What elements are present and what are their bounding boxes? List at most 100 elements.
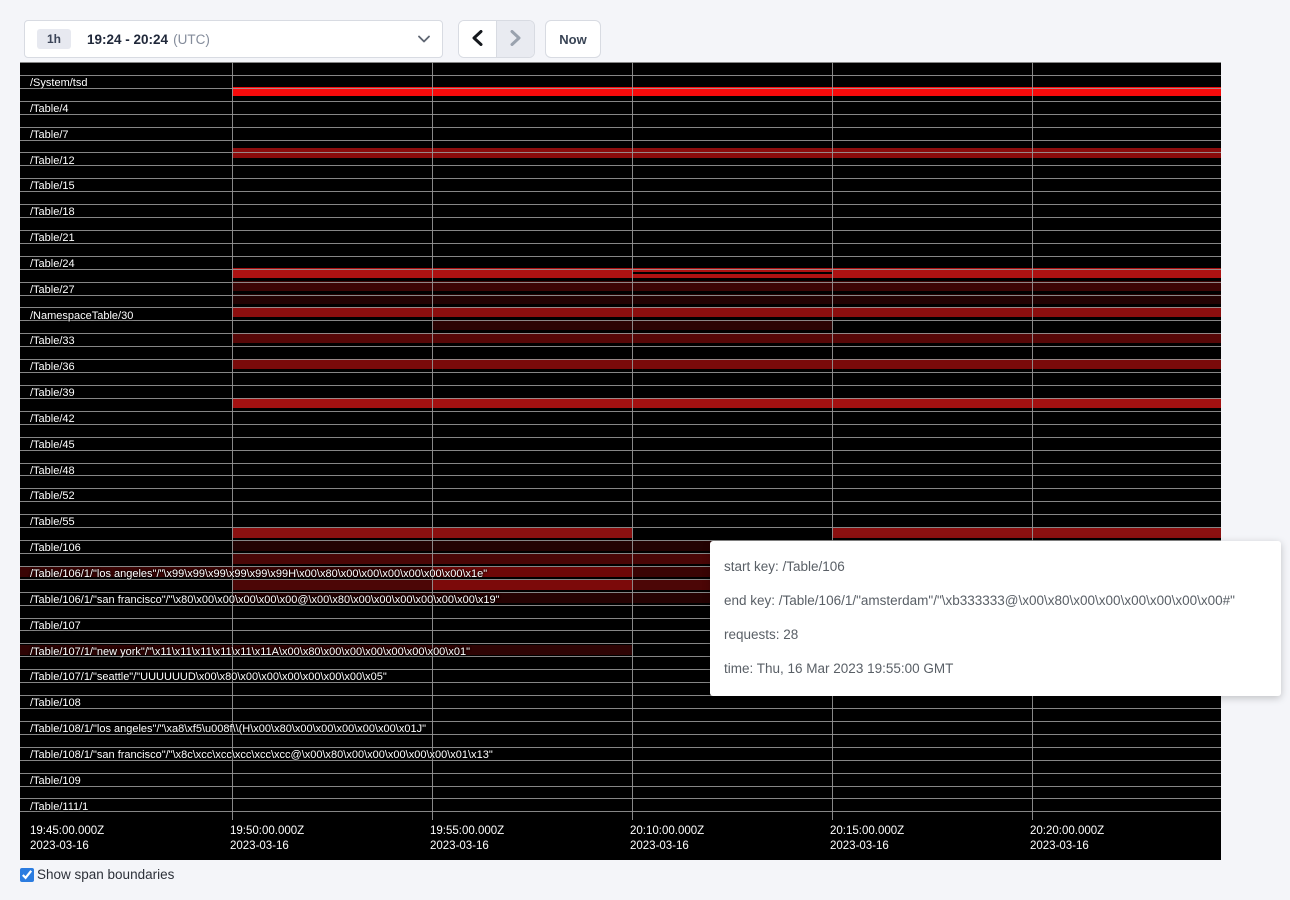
time-gridline <box>832 62 833 820</box>
span-boundary-line <box>20 786 1221 787</box>
time-gridline <box>432 62 433 820</box>
span-boundary-line <box>20 773 1221 774</box>
heat-band <box>232 359 1221 369</box>
key-visualizer-chart[interactable]: /System/tsd/Table/4/Table/7/Table/12/Tab… <box>20 62 1221 860</box>
span-boundary-line <box>20 178 1221 179</box>
x-axis-label: 20:20:00.000Z 2023-03-16 <box>1030 824 1104 854</box>
row-label: /Table/106 <box>30 542 81 554</box>
span-boundary-line <box>20 140 1221 141</box>
span-boundary-line <box>20 217 1221 218</box>
span-boundary-line <box>20 230 1221 231</box>
x-axis-date: 2023-03-16 <box>630 839 704 854</box>
row-label: /Table/107/1/"seattle"/"UUUUUUD\x00\x80\… <box>30 671 387 683</box>
timezone-label: (UTC) <box>173 32 210 47</box>
row-label: /Table/42 <box>30 413 75 425</box>
row-label: /Table/108/1/"san francisco"/"\x8c\xcc\x… <box>30 749 493 761</box>
x-axis-time: 19:45:00.000Z <box>30 825 104 837</box>
x-axis-date: 2023-03-16 <box>830 839 904 854</box>
span-boundary-line <box>20 62 1221 63</box>
time-gridline <box>232 62 233 820</box>
span-boundary-line <box>20 269 1221 270</box>
span-boundary-line <box>20 359 1221 360</box>
span-boundary-line <box>20 75 1221 76</box>
row-label: /Table/106/1/"san francisco"/"\x80\x00\x… <box>30 594 500 606</box>
span-tooltip: start key: /Table/106end key: /Table/106… <box>710 541 1281 696</box>
heat-band <box>232 148 1221 158</box>
row-label: /Table/111/1 <box>30 801 88 813</box>
span-boundary-line <box>20 411 1221 412</box>
row-label: /Table/48 <box>30 465 75 477</box>
span-boundary-line <box>20 204 1221 205</box>
span-boundary-line <box>20 165 1221 166</box>
heat-band <box>232 307 1221 317</box>
tooltip-line: requests: 28 <box>724 618 1267 652</box>
span-boundary-line <box>20 333 1221 334</box>
span-boundary-line <box>20 307 1221 308</box>
row-label: /Table/52 <box>30 490 75 502</box>
row-label: /Table/109 <box>30 775 81 787</box>
next-time-button[interactable] <box>496 21 534 57</box>
row-label: /Table/18 <box>30 206 75 218</box>
row-label: /Table/107 <box>30 620 81 632</box>
row-label: /NamespaceTable/30 <box>30 310 133 322</box>
row-label: /Table/12 <box>30 155 75 167</box>
heat-band <box>432 580 632 590</box>
time-nav-group <box>458 20 535 58</box>
row-label: /Table/36 <box>30 361 75 373</box>
span-boundary-line <box>20 398 1221 399</box>
span-boundary-line <box>20 463 1221 464</box>
show-span-boundaries-checkbox[interactable] <box>20 868 34 882</box>
x-axis-date: 2023-03-16 <box>230 839 304 854</box>
prev-time-button[interactable] <box>459 21 496 57</box>
now-button[interactable]: Now <box>545 20 601 58</box>
x-axis-label: 19:55:00.000Z 2023-03-16 <box>430 824 504 854</box>
span-boundary-line <box>20 256 1221 257</box>
span-boundary-line <box>20 346 1221 347</box>
duration-badge: 1h <box>37 29 71 49</box>
span-boundary-line <box>20 114 1221 115</box>
tooltip-line: end key: /Table/106/1/"amsterdam"/"\xb33… <box>724 584 1267 618</box>
tooltip-line: start key: /Table/106 <box>724 550 1267 584</box>
span-boundary-line <box>20 475 1221 476</box>
x-axis-date: 2023-03-16 <box>1030 839 1104 854</box>
x-axis-time: 20:15:00.000Z <box>830 825 904 837</box>
x-axis-date: 2023-03-16 <box>430 839 504 854</box>
row-label: /Table/45 <box>30 439 75 451</box>
span-boundary-line <box>20 424 1221 425</box>
span-boundary-line <box>20 372 1221 373</box>
time-range-select[interactable]: 1h 19:24 - 20:24 (UTC) <box>24 20 443 58</box>
span-boundary-line <box>20 708 1221 709</box>
row-label: /Table/24 <box>30 258 75 270</box>
time-gridline <box>632 62 633 820</box>
x-axis-time: 19:55:00.000Z <box>430 825 504 837</box>
row-label: /Table/39 <box>30 387 75 399</box>
row-label: /Table/55 <box>30 516 75 528</box>
span-boundary-line <box>20 127 1221 128</box>
show-span-boundaries-control[interactable]: Show span boundaries <box>20 867 174 882</box>
span-boundary-line <box>20 811 1221 812</box>
span-boundary-line <box>20 88 1221 89</box>
span-boundary-line <box>20 385 1221 386</box>
row-label: /Table/21 <box>30 232 75 244</box>
row-label: /Table/15 <box>30 180 75 192</box>
row-label: /Table/106/1/"los angeles"/"\x99\x99\x99… <box>30 568 487 580</box>
span-boundary-line <box>20 450 1221 451</box>
span-boundary-line <box>20 437 1221 438</box>
chevron-down-icon <box>418 35 430 43</box>
span-boundary-line <box>20 488 1221 489</box>
x-axis-time: 20:20:00.000Z <box>1030 825 1104 837</box>
row-label: /Table/4 <box>30 103 69 115</box>
toolbar: 1h 19:24 - 20:24 (UTC) Now <box>0 0 1290 62</box>
x-axis-label: 19:50:00.000Z2023-03-16 <box>230 824 304 854</box>
chevron-right-icon <box>510 30 521 49</box>
x-axis-date: 2023-03-16 <box>30 839 104 854</box>
chevron-left-icon <box>472 30 483 49</box>
span-boundary-line <box>20 798 1221 799</box>
row-label: /Table/108 <box>30 697 81 709</box>
span-boundary-line <box>20 243 1221 244</box>
row-label: /System/tsd <box>30 77 87 89</box>
tooltip-line: time: Thu, 16 Mar 2023 19:55:00 GMT <box>724 652 1267 686</box>
x-axis-label: 19:45:00.000Z 2023-03-16 <box>30 824 104 854</box>
x-axis-time: 20:10:00.000Z <box>630 825 704 837</box>
time-gridline <box>1032 62 1033 820</box>
